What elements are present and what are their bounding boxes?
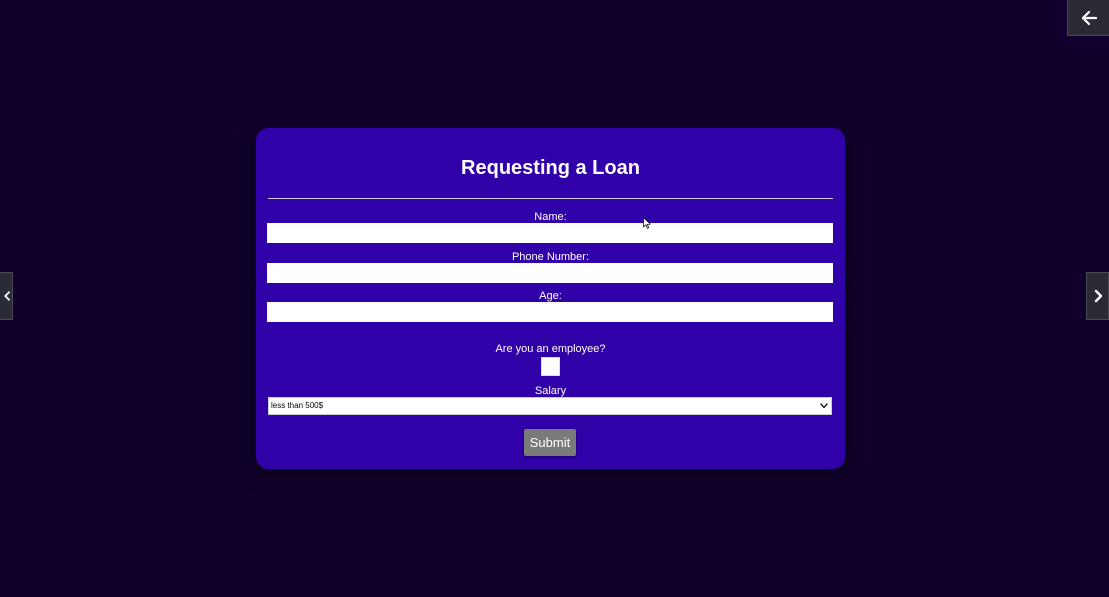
phone-number-input[interactable]	[267, 263, 833, 283]
chevron-left-icon	[4, 291, 10, 301]
title-divider	[268, 198, 833, 199]
name-input[interactable]	[267, 223, 833, 243]
form-title: Requesting a Loan	[461, 157, 640, 179]
submit-button[interactable]: Submit	[524, 429, 576, 456]
mouse-pointer-icon	[643, 217, 651, 229]
name-label: Name:	[534, 211, 567, 223]
back-button[interactable]	[1067, 0, 1109, 36]
phone-number-label: Phone Number:	[511, 251, 590, 263]
next-slide-button[interactable]	[1086, 272, 1109, 320]
salary-select[interactable]: less than 500$	[268, 397, 832, 415]
arrow-left-icon	[1081, 10, 1097, 25]
chevron-right-icon	[1094, 289, 1102, 303]
employee-label: Are you an employee?	[495, 343, 606, 355]
chevron-down-icon	[820, 403, 828, 409]
loan-form-card: Requesting a Loan Name: Phone Number: Ag…	[256, 128, 845, 469]
salary-label: Salary	[534, 385, 567, 397]
employee-checkbox[interactable]	[541, 357, 560, 376]
previous-slide-button[interactable]	[0, 272, 13, 320]
age-label: Age:	[539, 290, 562, 302]
age-input[interactable]	[267, 302, 833, 322]
salary-selected-value: less than 500$	[271, 401, 324, 410]
